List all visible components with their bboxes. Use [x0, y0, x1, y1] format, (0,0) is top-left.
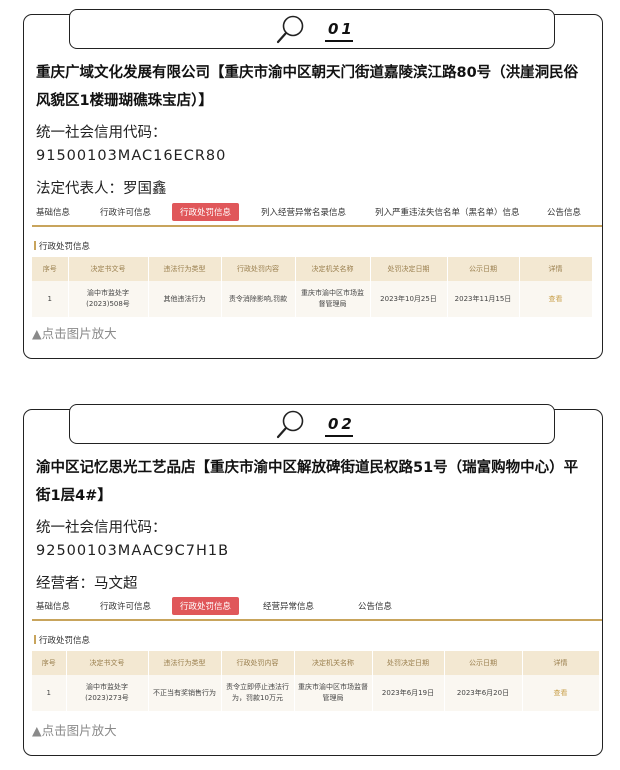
tab-admin-penalty[interactable]: 行政处罚信息 [172, 597, 240, 615]
tab-admin-penalty[interactable]: 行政处罚信息 [172, 203, 240, 221]
company-card-1: 01 重庆广域文化发展有限公司【重庆市渝中区朝天门街道嘉陵滨江路80号（洪崖洞民… [23, 9, 603, 359]
company-card-2: 02 渝中区记忆思光工艺品店【重庆市渝中区解放碑街道民权路51号（瑞富购物中心）… [23, 404, 603, 756]
tab-announcement[interactable]: 公告信息 [547, 206, 581, 218]
penalty-table: 序号 决定书文号 违法行为类型 行政处罚内容 决定机关名称 处罚决定日期 公示日… [32, 257, 593, 317]
magnifier-icon [276, 410, 304, 439]
table-cell: 1 [32, 281, 69, 317]
table-cell: 重庆市渝中区市场监督管理局 [295, 281, 371, 317]
card-number: 01 [328, 20, 355, 38]
table-header-row: 序号 决定书文号 违法行为类型 行政处罚内容 决定机关名称 处罚决定日期 公示日… [32, 651, 600, 675]
table-row: 1 渝中市监处字(2023)508号 其他违法行为 责令消除影响,罚款 重庆市渝… [32, 281, 593, 317]
operator-name: 经营者：马文超 [36, 576, 138, 592]
tab-blacklist[interactable]: 列入严重违法失信名单（黑名单）信息 [375, 206, 520, 218]
col-header: 处罚决定日期 [370, 257, 448, 281]
tab-announcement[interactable]: 公告信息 [358, 600, 392, 612]
tab-basic-info[interactable]: 基础信息 [36, 206, 70, 218]
credit-code-label: 统一社会信用代码： [36, 125, 167, 141]
info-tabs: 基础信息 行政许可信息 行政处罚信息 经营异常信息 公告信息 [32, 597, 602, 621]
col-header: 决定书文号 [68, 257, 149, 281]
tab-basic-info[interactable]: 基础信息 [36, 600, 70, 612]
number-underline [325, 435, 353, 437]
card-header-tab: 02 [69, 404, 555, 444]
col-header: 公示日期 [447, 257, 520, 281]
magnifier-icon [276, 15, 304, 44]
card-number: 02 [328, 415, 355, 433]
credit-code-value: 92500103MAAC9C7H1B [36, 543, 230, 559]
table-cell: 责令消除影响,罚款 [221, 281, 296, 317]
section-title: 行政处罚信息 [34, 634, 90, 646]
tab-abnormal-list[interactable]: 列入经营异常名录信息 [261, 206, 346, 218]
company-name-address: 渝中区记忆思光工艺品店【重庆市渝中区解放碑街道民权路51号（瑞富购物中心）平街1… [36, 460, 579, 504]
table-cell: 1 [32, 675, 67, 711]
table-cell: 责令立即停止违法行为，罚款10万元 [221, 675, 295, 711]
number-underline [325, 40, 353, 42]
penalty-table: 序号 决定书文号 违法行为类型 行政处罚内容 决定机关名称 处罚决定日期 公示日… [32, 651, 600, 711]
tab-admin-license[interactable]: 行政许可信息 [100, 600, 151, 612]
col-header: 行政处罚内容 [221, 257, 296, 281]
col-header: 序号 [32, 651, 67, 675]
col-header: 决定书文号 [66, 651, 149, 675]
legal-representative: 法定代表人：罗国鑫 [36, 181, 167, 197]
col-header: 违法行为类型 [148, 257, 222, 281]
tab-abnormal[interactable]: 经营异常信息 [263, 600, 314, 612]
col-header: 违法行为类型 [148, 651, 222, 675]
table-cell: 渝中市监处字(2023)273号 [66, 675, 149, 711]
info-tabs: 基础信息 行政许可信息 行政处罚信息 列入经营异常名录信息 列入严重违法失信名单… [32, 203, 602, 227]
detail-link[interactable]: 查看 [549, 295, 563, 303]
table-cell: 其他违法行为 [148, 281, 222, 317]
table-cell: 2023年6月20日 [444, 675, 523, 711]
table-cell: 2023年11月15日 [447, 281, 520, 317]
enlarge-hint[interactable]: ▲点击图片放大 [32, 323, 117, 342]
detail-link[interactable]: 查看 [554, 689, 568, 697]
col-header: 详情 [519, 257, 593, 281]
section-title: 行政处罚信息 [34, 240, 90, 252]
table-cell: 2023年10月25日 [370, 281, 448, 317]
col-header: 行政处罚内容 [221, 651, 295, 675]
credit-code-label: 统一社会信用代码： [36, 520, 167, 536]
col-header: 处罚决定日期 [372, 651, 445, 675]
table-cell: 2023年6月19日 [372, 675, 445, 711]
table-header-row: 序号 决定书文号 违法行为类型 行政处罚内容 决定机关名称 处罚决定日期 公示日… [32, 257, 593, 281]
company-name-address: 重庆广域文化发展有限公司【重庆市渝中区朝天门街道嘉陵滨江路80号（洪崖洞民俗风貌… [36, 65, 579, 109]
col-header: 详情 [522, 651, 600, 675]
col-header: 公示日期 [444, 651, 523, 675]
table-cell: 渝中市监处字(2023)508号 [68, 281, 149, 317]
col-header: 序号 [32, 257, 69, 281]
card-header-tab: 01 [69, 9, 555, 49]
col-header: 决定机关名称 [294, 651, 373, 675]
table-row: 1 渝中市监处字(2023)273号 不正当有奖销售行为 责令立即停止违法行为，… [32, 675, 600, 711]
enlarge-hint[interactable]: ▲点击图片放大 [32, 720, 117, 739]
table-cell: 重庆市渝中区市场监督管理局 [294, 675, 373, 711]
table-cell: 不正当有奖销售行为 [148, 675, 222, 711]
tab-admin-license[interactable]: 行政许可信息 [100, 206, 151, 218]
credit-code-value: 91500103MAC16ECR80 [36, 148, 227, 164]
col-header: 决定机关名称 [295, 257, 371, 281]
